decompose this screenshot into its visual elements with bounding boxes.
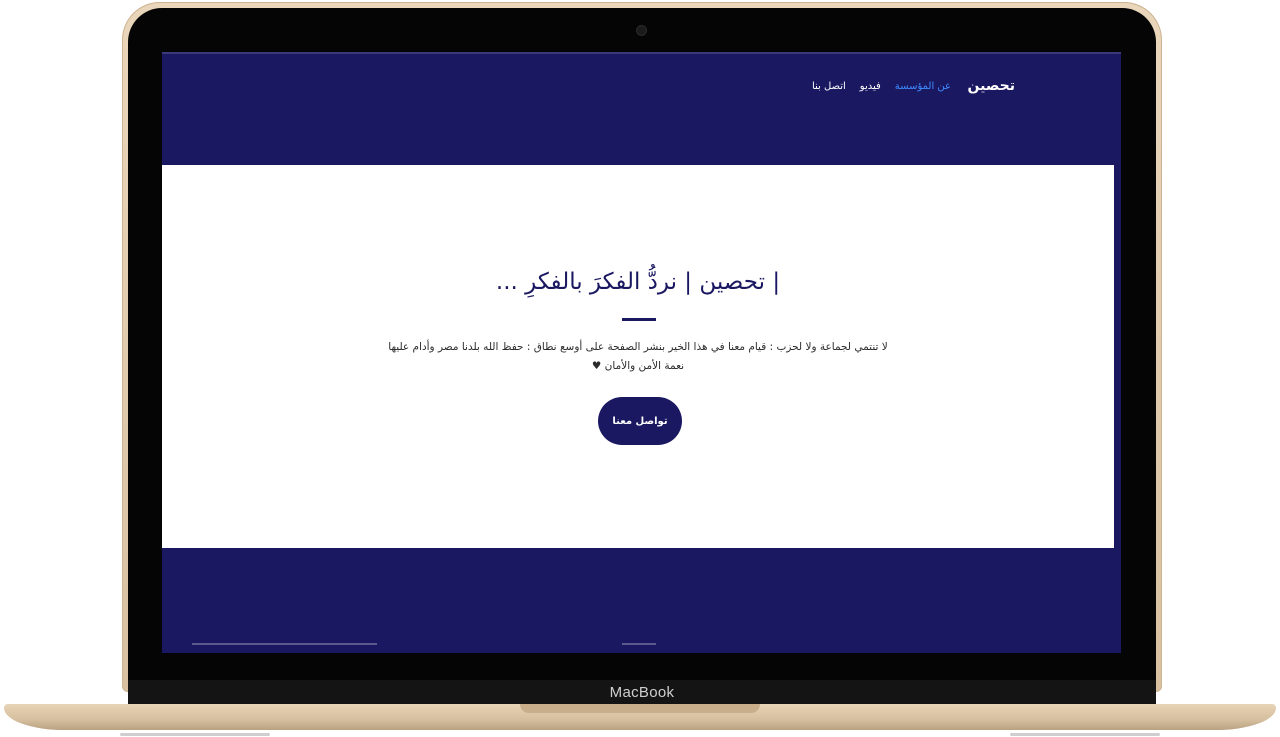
- footer-divider: [192, 643, 377, 645]
- device-brand-label: MacBook: [609, 683, 675, 701]
- hero-title: | تحصين | نردُّ الفكرَ بالفكرِ ...: [495, 269, 781, 295]
- camera-icon: [637, 26, 646, 35]
- nav-links: عن المؤسسة فيديو اتصل بنا: [812, 81, 951, 92]
- browser-screen: تحصين عن المؤسسة فيديو اتصل بنا | تحصين …: [162, 52, 1121, 653]
- footer-divider-center: [622, 643, 656, 645]
- laptop-chin: MacBook: [128, 680, 1156, 704]
- navbar-inner: تحصين عن المؤسسة فيديو اتصل بنا: [162, 78, 1121, 100]
- hero-section: | تحصين | نردُّ الفكرَ بالفكرِ ... لا تن…: [162, 165, 1114, 548]
- laptop-notch: [520, 704, 760, 713]
- brand-logo-text[interactable]: تحصين: [968, 78, 1015, 94]
- hero-description: لا تنتمي لجماعة ولا لحزب : قيام معنا في …: [388, 341, 888, 372]
- navbar: تحصين عن المؤسسة فيديو اتصل بنا: [162, 52, 1121, 167]
- laptop-foot-left: [120, 733, 270, 736]
- laptop-foot-right: [1010, 733, 1160, 736]
- title-divider: [622, 318, 656, 321]
- contact-us-button[interactable]: تواصل معنا: [598, 397, 682, 445]
- nav-link-about[interactable]: عن المؤسسة: [895, 81, 951, 92]
- nav-link-contact[interactable]: اتصل بنا: [812, 81, 846, 92]
- footer-section: [162, 548, 1121, 653]
- nav-link-video[interactable]: فيديو: [860, 81, 881, 92]
- page-edge: [1114, 165, 1121, 548]
